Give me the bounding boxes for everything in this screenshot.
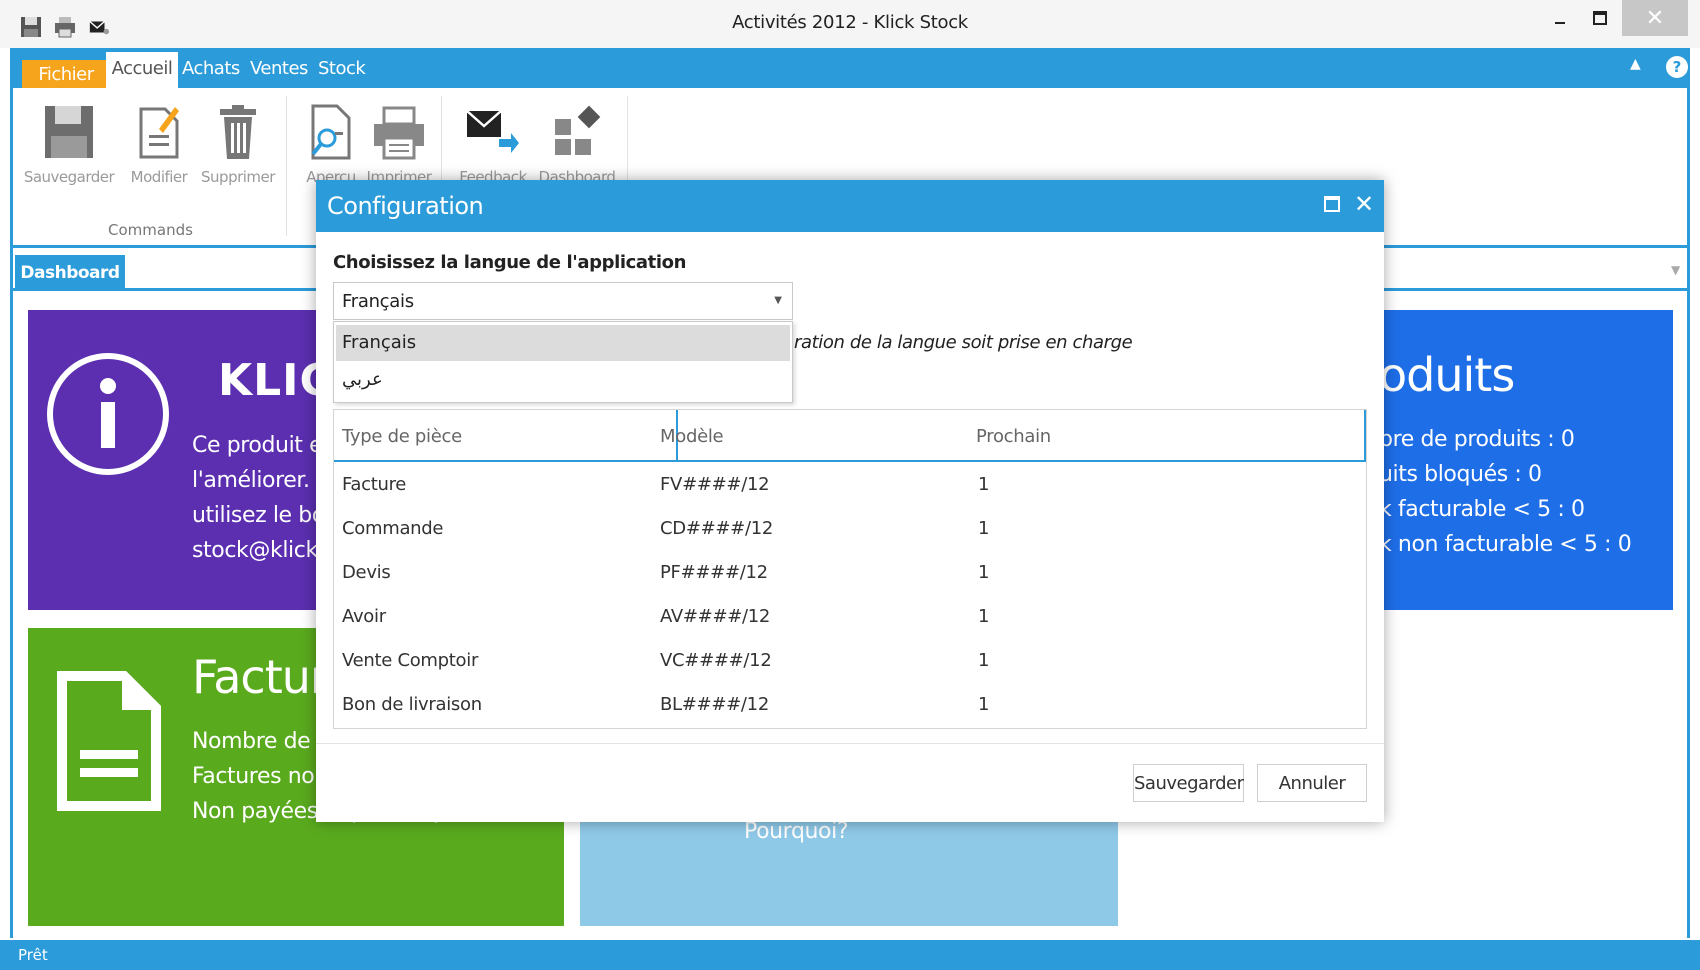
status-text: Prêt: [18, 946, 48, 964]
info-tile-line: utilisez le bo: [192, 503, 325, 528]
cell-type: Devis: [342, 562, 391, 583]
cell-prochain: 1: [978, 562, 990, 583]
cell-modele: BL####/12: [660, 694, 769, 715]
tab-fichier[interactable]: Fichier: [22, 60, 110, 90]
table-row[interactable]: Bon de livraison BL####/12 1: [334, 684, 1366, 728]
language-select-value: Français: [342, 291, 414, 312]
cell-prochain: 1: [978, 518, 990, 539]
ribbon-save-label: Sauvegarder: [23, 168, 115, 186]
cell-prochain: 1: [978, 694, 990, 715]
cell-modele: FV####/12: [660, 474, 770, 495]
produits-tile-line: bre de produits : 0: [1379, 427, 1575, 452]
help-icon[interactable]: ?: [1666, 56, 1688, 78]
column-header-type[interactable]: Type de pièce: [342, 426, 462, 447]
dashboard-icon: [527, 98, 627, 166]
ribbon-group-label: Commands: [108, 221, 193, 239]
cell-prochain: 1: [978, 650, 990, 671]
produits-tile-line: k facturable < 5 : 0: [1379, 497, 1585, 522]
language-option-francais[interactable]: Français: [336, 325, 790, 361]
tab-dashboard[interactable]: Dashboard: [15, 255, 125, 291]
ribbon-save-button[interactable]: Sauvegarder: [19, 98, 119, 186]
document-icon: [57, 671, 161, 811]
table-row[interactable]: Avoir AV####/12 1: [334, 596, 1366, 640]
cell-prochain: 1: [978, 474, 990, 495]
tab-accueil[interactable]: Accueil: [106, 52, 178, 88]
dialog-footer-divider: [316, 743, 1384, 744]
cell-type: Commande: [342, 518, 444, 539]
window-title: Activités 2012 - Klick Stock: [732, 12, 968, 33]
close-button[interactable]: ✕: [1622, 0, 1688, 36]
produits-tile-title: oduits: [1379, 348, 1515, 402]
cell-prochain: 1: [978, 606, 990, 627]
column-header-prochain[interactable]: Prochain: [976, 426, 1051, 447]
cell-type: Bon de livraison: [342, 694, 482, 715]
language-label: Choisissez la langue de l'application: [333, 252, 686, 273]
factures-tile-line: Nombre de f: [192, 729, 325, 754]
info-icon: [47, 353, 169, 475]
collapse-ribbon-icon[interactable]: ▲: [1630, 56, 1641, 72]
dialog-header: Configuration ✕: [316, 180, 1384, 232]
ribbon-tab-bar: Fichier Accueil Achats Ventes Stock ▲ ?: [10, 48, 1690, 90]
column-header-modele[interactable]: Modèle: [660, 426, 724, 447]
print-icon: [349, 98, 449, 166]
chevron-down-icon: ▼: [774, 295, 782, 306]
maximize-button[interactable]: [1580, 0, 1620, 36]
cancel-button[interactable]: Annuler: [1257, 764, 1367, 802]
dialog-close-icon[interactable]: ✕: [1354, 190, 1374, 218]
language-dropdown-list: Français عربي: [333, 321, 793, 403]
status-bar: Prêt: [0, 940, 1700, 970]
info-tile-line: l'améliorer. P: [192, 468, 330, 493]
table-row[interactable]: Vente Comptoir VC####/12 1: [334, 640, 1366, 684]
minimize-button[interactable]: [1540, 0, 1580, 36]
document-numbering-table: Type de pièce Modèle Prochain Facture FV…: [333, 409, 1367, 729]
ribbon-delete-button[interactable]: Supprimer: [188, 98, 288, 186]
save-button[interactable]: Sauvegarder: [1133, 764, 1244, 802]
language-select[interactable]: Français ▼: [333, 282, 793, 320]
table-row[interactable]: Facture FV####/12 1: [334, 464, 1366, 508]
produits-tile-line: uits bloqués : 0: [1379, 462, 1542, 487]
cell-modele: PF####/12: [660, 562, 768, 583]
cell-modele: VC####/12: [660, 650, 772, 671]
ribbon-delete-label: Supprimer: [201, 168, 275, 186]
tab-achats[interactable]: Achats: [182, 58, 240, 79]
language-note: ration de la langue soit prise en charge: [794, 332, 1133, 353]
ribbon-print-button[interactable]: Imprimer: [349, 98, 449, 186]
cell-type: Vente Comptoir: [342, 650, 479, 671]
configuration-dialog: Configuration ✕ Choisissez la langue de …: [316, 180, 1384, 822]
cell-type: Avoir: [342, 606, 386, 627]
info-tile-line: stock@klick.c: [192, 538, 337, 563]
ribbon-dashboard-button[interactable]: Dashboard: [527, 98, 627, 186]
table-header: Type de pièce Modèle Prochain: [334, 410, 1366, 462]
table-row[interactable]: Devis PF####/12 1: [334, 552, 1366, 596]
factures-tile-line: Factures non: [192, 764, 328, 789]
produits-tile-line: k non facturable < 5 : 0: [1379, 532, 1632, 557]
save-icon: [19, 98, 119, 166]
tab-stock[interactable]: Stock: [318, 58, 366, 79]
cell-type: Facture: [342, 474, 407, 495]
chevron-down-icon[interactable]: ▼: [1671, 263, 1680, 277]
window-titlebar: Activités 2012 - Klick Stock ✕: [0, 0, 1700, 48]
dialog-title: Configuration: [327, 192, 484, 220]
table-row[interactable]: Commande CD####/12 1: [334, 508, 1366, 552]
language-option-arabic[interactable]: عربي: [336, 362, 790, 398]
dialog-maximize-icon[interactable]: [1324, 196, 1340, 212]
tab-ventes[interactable]: Ventes: [250, 58, 308, 79]
cell-modele: AV####/12: [660, 606, 771, 627]
window-frame-right: [1687, 48, 1690, 938]
cell-modele: CD####/12: [660, 518, 774, 539]
info-tile-line: Ce produit e: [192, 433, 323, 458]
trash-icon: [188, 98, 288, 166]
